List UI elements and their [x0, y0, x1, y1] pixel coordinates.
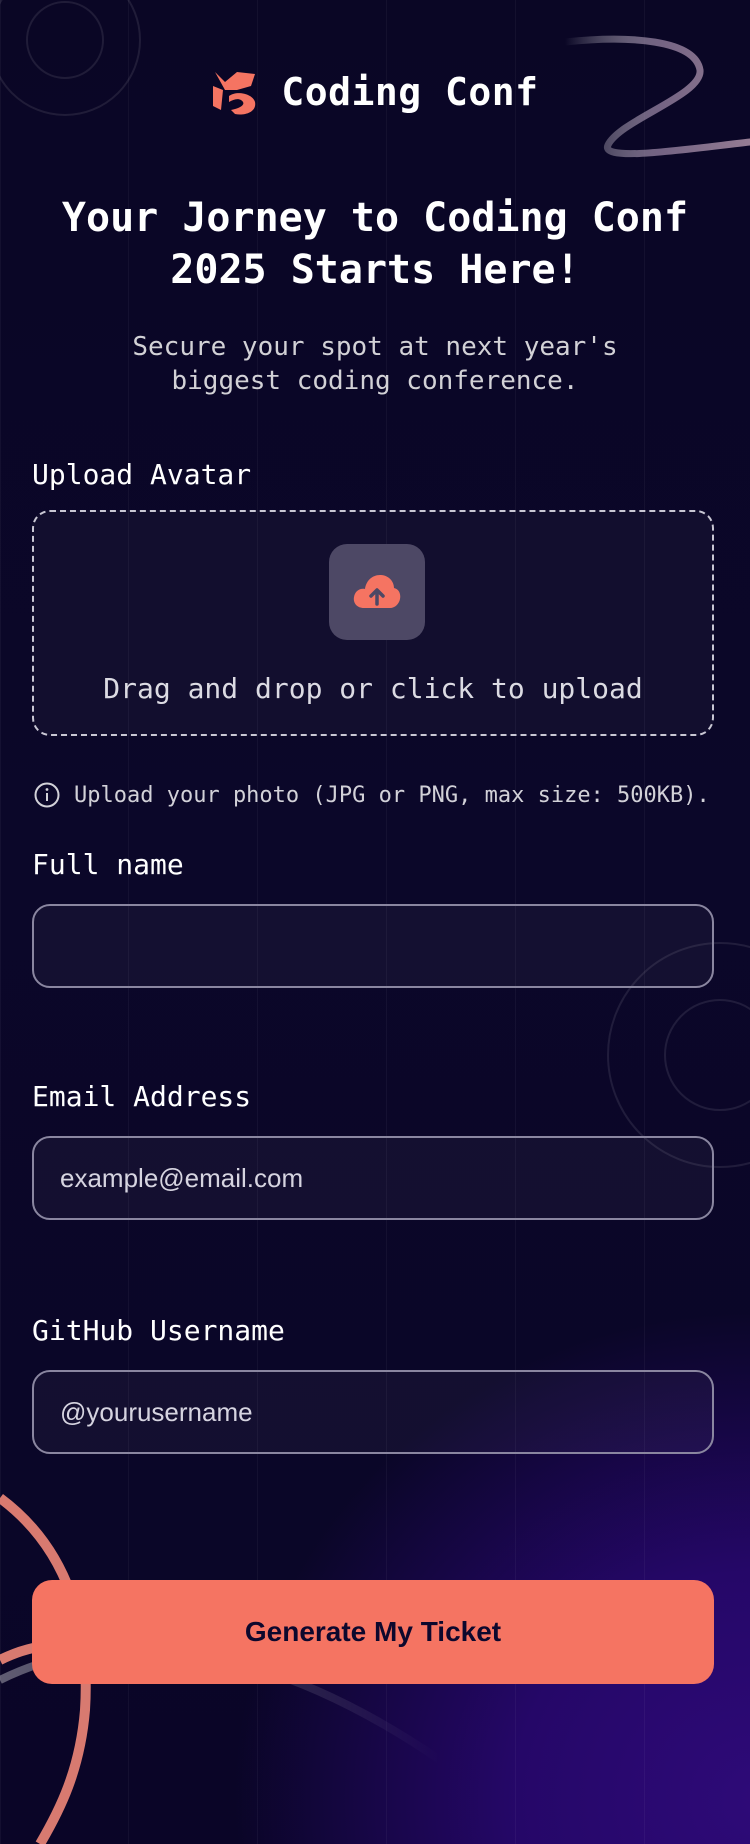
upload-icon-box[interactable] — [329, 544, 425, 640]
logo-icon — [213, 72, 256, 115]
avatar-label: Upload Avatar — [32, 458, 252, 491]
cloud-upload-icon — [353, 575, 401, 608]
generate-ticket-button[interactable]: Generate My Ticket — [32, 1580, 714, 1684]
avatar-hint: Upload your photo (JPG or PNG, max size:… — [34, 782, 710, 808]
github-label: GitHub Username — [32, 1314, 285, 1347]
email-label: Email Address — [32, 1080, 252, 1113]
dropzone-text: Drag and drop or click to upload — [103, 672, 643, 705]
avatar-hint-text: Upload your photo (JPG or PNG, max size:… — [74, 782, 710, 808]
app-header: Coding Conf — [0, 68, 750, 116]
page-subtitle: Secure your spot at next year's biggest … — [132, 332, 618, 396]
app-name: Coding Conf — [281, 70, 539, 114]
github-input[interactable] — [32, 1370, 714, 1454]
page-title: Your Jorney to Coding Conf 2025 Starts H… — [61, 195, 689, 293]
email-input[interactable] — [32, 1136, 714, 1220]
full-name-label: Full name — [32, 848, 184, 881]
full-name-input[interactable] — [32, 904, 714, 988]
info-icon — [34, 782, 60, 808]
avatar-dropzone[interactable]: Drag and drop or click to upload — [32, 510, 714, 736]
